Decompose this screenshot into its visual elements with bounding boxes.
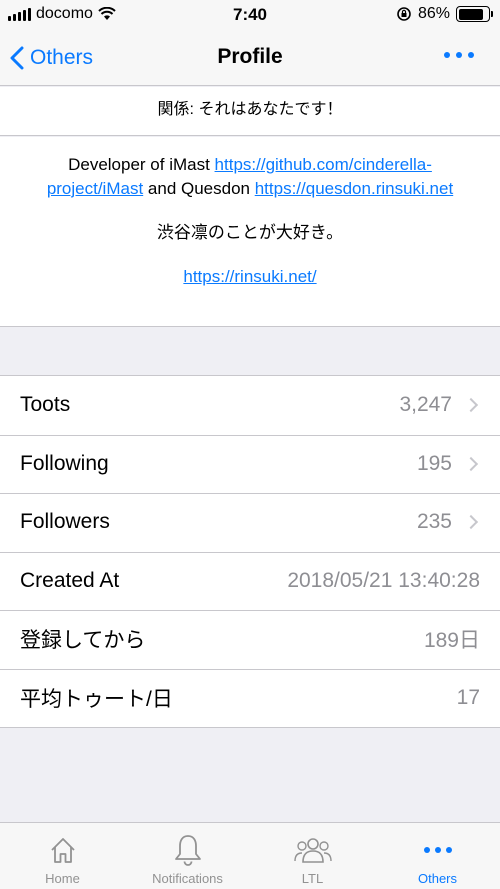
tab-label: Notifications bbox=[152, 871, 223, 886]
tab-label: Home bbox=[45, 871, 80, 886]
bio-paragraph-3: https://rinsuki.net/ bbox=[34, 265, 466, 289]
chevron-right-icon bbox=[463, 398, 479, 413]
page-title: Profile bbox=[217, 45, 283, 68]
more-icon bbox=[423, 829, 452, 871]
status-right: 86% bbox=[396, 5, 493, 23]
tab-ltl[interactable]: LTL bbox=[250, 823, 375, 889]
row-label: Followers bbox=[20, 510, 110, 534]
row-label: 登録してから bbox=[20, 629, 146, 653]
bio-text: and Quesdon bbox=[143, 179, 255, 198]
battery-fill bbox=[458, 8, 484, 20]
toots-row[interactable]: Toots 3,247 bbox=[0, 376, 500, 435]
row-value: 235 bbox=[416, 510, 452, 534]
bio-paragraph-1: Developer of iMast https://github.com/ci… bbox=[34, 153, 466, 201]
status-bar: docomo 7:40 86% bbox=[0, 0, 500, 30]
row-label: 平均トゥート/日 bbox=[20, 687, 173, 711]
tab-label: Others bbox=[417, 871, 457, 886]
tab-bar: Home Notifications LTL Others bbox=[0, 822, 500, 889]
row-value: 2018/05/21 13:40:28 bbox=[287, 568, 480, 592]
followers-row[interactable]: Followers 235 bbox=[0, 493, 500, 552]
quesdon-link[interactable]: https://quesdon.rinsuki.net bbox=[255, 179, 453, 198]
tab-label: LTL bbox=[301, 871, 324, 886]
battery-percent: 86% bbox=[417, 5, 450, 22]
bio-text: Developer of iMast bbox=[68, 155, 215, 174]
battery-icon bbox=[456, 6, 493, 22]
row-value: 195 bbox=[416, 451, 452, 475]
website-link[interactable]: https://rinsuki.net/ bbox=[183, 267, 316, 286]
navigation-bar: Others Profile bbox=[0, 30, 500, 86]
profile-bio: Developer of iMast https://github.com/ci… bbox=[0, 137, 500, 327]
more-options-button[interactable] bbox=[444, 52, 474, 58]
average-toots-per-day-row: 平均トゥート/日 17 bbox=[0, 668, 500, 728]
tab-home[interactable]: Home bbox=[0, 823, 125, 889]
row-value: 3,247 bbox=[399, 393, 452, 417]
chevron-right-icon bbox=[463, 515, 479, 530]
row-label: Created At bbox=[20, 568, 120, 592]
row-label: Following bbox=[20, 451, 109, 475]
tab-notifications[interactable]: Notifications bbox=[125, 823, 250, 889]
row-value: 189日 bbox=[423, 629, 480, 653]
following-row[interactable]: Following 195 bbox=[0, 434, 500, 494]
chevron-right-icon bbox=[463, 456, 479, 471]
bell-icon bbox=[173, 829, 203, 871]
orientation-lock-icon bbox=[397, 7, 411, 21]
home-icon bbox=[48, 829, 78, 871]
more-dot bbox=[444, 52, 450, 58]
row-label: Toots bbox=[20, 393, 71, 417]
created-at-row: Created At 2018/05/21 13:40:28 bbox=[0, 551, 500, 611]
people-icon bbox=[293, 829, 333, 871]
more-dot bbox=[456, 52, 462, 58]
more-dot bbox=[468, 52, 474, 58]
stats-table: Toots 3,247 Following 195 Followers 235 … bbox=[0, 375, 500, 728]
tab-others[interactable]: Others bbox=[375, 823, 500, 889]
relation-label: 関係: それはあなたです！ bbox=[0, 87, 500, 136]
bio-paragraph-2: 渋谷凛のことが大好き。 bbox=[156, 223, 344, 242]
days-since-registration-row: 登録してから 189日 bbox=[0, 610, 500, 669]
row-value: 17 bbox=[456, 685, 480, 709]
